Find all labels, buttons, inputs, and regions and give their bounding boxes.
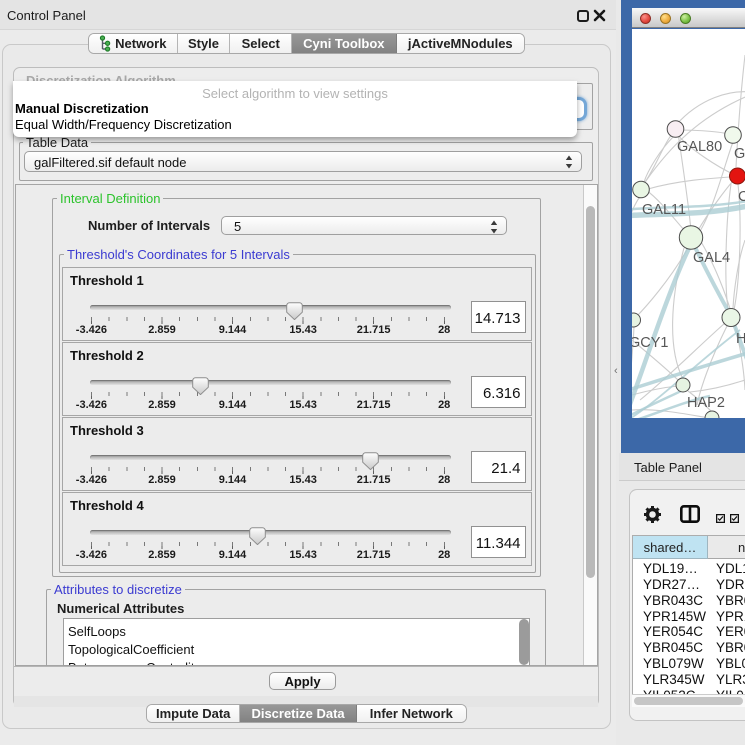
svg-text:C: C (738, 189, 745, 205)
svg-text:H: H (736, 331, 745, 347)
svg-text:GAL80: GAL80 (677, 139, 722, 155)
svg-text:HAP2: HAP2 (687, 395, 725, 411)
svg-text:GCY1: GCY1 (632, 335, 669, 351)
svg-text:G.: G. (734, 146, 745, 162)
svg-text:GAL11: GAL11 (642, 202, 686, 218)
svg-text:GAL4: GAL4 (693, 250, 730, 266)
